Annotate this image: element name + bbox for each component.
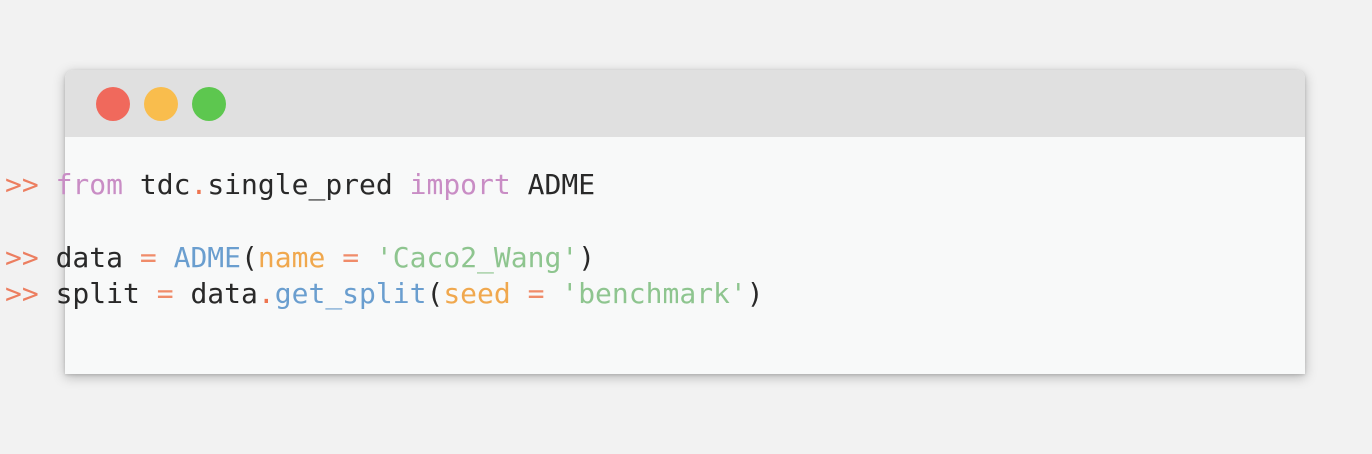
terminal-window bbox=[65, 70, 1305, 374]
param-assign-operator: = bbox=[527, 277, 545, 310]
imported-name: ADME bbox=[527, 168, 596, 201]
method-call: get_split bbox=[274, 277, 427, 310]
minimize-window-button[interactable] bbox=[144, 87, 178, 121]
close-paren: ) bbox=[746, 277, 764, 310]
prompt: >> bbox=[5, 168, 39, 201]
parameter-name: seed bbox=[443, 277, 511, 310]
param-assign-operator: = bbox=[342, 241, 360, 274]
close-paren: ) bbox=[578, 241, 596, 274]
string-literal: 'Caco2_Wang' bbox=[375, 241, 579, 274]
assign-operator: = bbox=[156, 277, 174, 310]
open-paren: ( bbox=[426, 277, 444, 310]
assign-operator: = bbox=[139, 241, 157, 274]
function-call: ADME bbox=[173, 241, 242, 274]
maximize-window-button[interactable] bbox=[192, 87, 226, 121]
keyword-import: import bbox=[409, 168, 511, 201]
dot-operator: . bbox=[190, 168, 208, 201]
close-window-button[interactable] bbox=[96, 87, 130, 121]
object-name: data bbox=[190, 277, 258, 310]
parameter-name: name bbox=[257, 241, 326, 274]
keyword-from: from bbox=[55, 168, 124, 201]
prompt: >> bbox=[5, 241, 39, 274]
variable: split bbox=[55, 277, 140, 310]
variable: data bbox=[55, 241, 124, 274]
dot-operator: . bbox=[257, 277, 275, 310]
string-literal: 'benchmark' bbox=[561, 277, 747, 310]
open-paren: ( bbox=[241, 241, 258, 274]
code-line-3: >> split = data.get_split(seed = 'benchm… bbox=[5, 276, 764, 312]
code-block: >> from tdc.single_pred import ADME >> d… bbox=[5, 167, 764, 365]
submodule-name: single_pred bbox=[207, 168, 393, 201]
code-line-2: >> data = ADME(name = 'Caco2_Wang') bbox=[5, 240, 595, 276]
title-bar bbox=[65, 70, 1305, 137]
prompt: >> bbox=[5, 277, 39, 310]
module-name: tdc bbox=[139, 168, 191, 201]
code-line-1: >> from tdc.single_pred import ADME bbox=[5, 167, 595, 203]
